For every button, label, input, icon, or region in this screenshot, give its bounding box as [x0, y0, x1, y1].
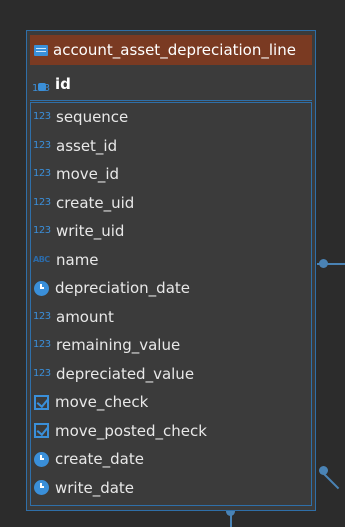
- field-row[interactable]: 123 asset_id: [31, 132, 311, 161]
- field-row[interactable]: 123 create_uid: [31, 189, 311, 218]
- number-type-icon: 123: [33, 111, 51, 123]
- field-row[interactable]: 123 remaining_value: [31, 331, 311, 360]
- field-label: remaining_value: [56, 336, 181, 355]
- field-label: write_uid: [56, 222, 125, 241]
- connector-line: [322, 472, 340, 490]
- primary-key-label: id: [55, 74, 71, 93]
- clock-icon: [34, 451, 49, 467]
- field-label: move_posted_check: [55, 421, 207, 440]
- field-row[interactable]: 123 move_id: [31, 160, 311, 189]
- number-type-icon: 123: [33, 196, 51, 208]
- field-row[interactable]: depreciation_date: [31, 274, 311, 303]
- field-label: amount: [56, 307, 114, 326]
- field-label: create_uid: [56, 193, 135, 212]
- primary-key-row[interactable]: 123 id: [30, 67, 71, 101]
- checkbox-icon: [34, 394, 49, 410]
- field-row[interactable]: 123 sequence: [31, 103, 311, 132]
- field-label: move_id: [56, 165, 120, 184]
- field-list: 123 sequence 123 asset_id 123 move_id 123 creat…: [30, 102, 312, 506]
- number-type-icon: 123: [33, 339, 51, 351]
- field-label: asset_id: [56, 136, 118, 155]
- field-row[interactable]: 123 write_uid: [31, 217, 311, 246]
- field-row[interactable]: move_posted_check: [31, 417, 311, 446]
- number-type-icon: 123: [33, 168, 51, 180]
- number-type-icon: 123: [33, 310, 51, 322]
- entity-title: account_asset_depreciation_line: [53, 41, 296, 59]
- number-type-icon: 123: [33, 367, 51, 379]
- diagram-canvas[interactable]: account_asset_depreciation_line 123 id 1…: [0, 0, 345, 527]
- checkbox-icon: [34, 423, 49, 439]
- field-label: name: [56, 250, 99, 269]
- field-row[interactable]: 123 depreciated_value: [31, 360, 311, 389]
- number-type-icon: 123: [33, 225, 51, 237]
- connector-dot[interactable]: [319, 259, 328, 268]
- clock-icon: [34, 480, 49, 496]
- connector-dot[interactable]: [319, 466, 328, 475]
- clock-icon: [34, 280, 49, 296]
- primary-key-section: 123 id: [30, 67, 312, 101]
- table-icon: [34, 44, 48, 56]
- number-key-icon: 123: [32, 76, 52, 94]
- field-row[interactable]: create_date: [31, 445, 311, 474]
- field-label: move_check: [55, 393, 149, 412]
- field-label: create_date: [55, 450, 144, 469]
- field-row[interactable]: ABC name: [31, 246, 311, 275]
- field-row[interactable]: move_check: [31, 388, 311, 417]
- field-row[interactable]: 123 amount: [31, 303, 311, 332]
- field-label: sequence: [56, 108, 129, 127]
- field-label: write_date: [55, 478, 135, 497]
- field-label: depreciated_value: [56, 364, 195, 383]
- number-type-icon: 123: [33, 139, 51, 151]
- field-label: depreciation_date: [55, 279, 190, 298]
- text-type-icon: ABC: [33, 254, 50, 264]
- entity-title-bar[interactable]: account_asset_depreciation_line: [30, 35, 312, 65]
- field-row[interactable]: write_date: [31, 474, 311, 503]
- entity-card[interactable]: account_asset_depreciation_line 123 id 1…: [26, 30, 316, 511]
